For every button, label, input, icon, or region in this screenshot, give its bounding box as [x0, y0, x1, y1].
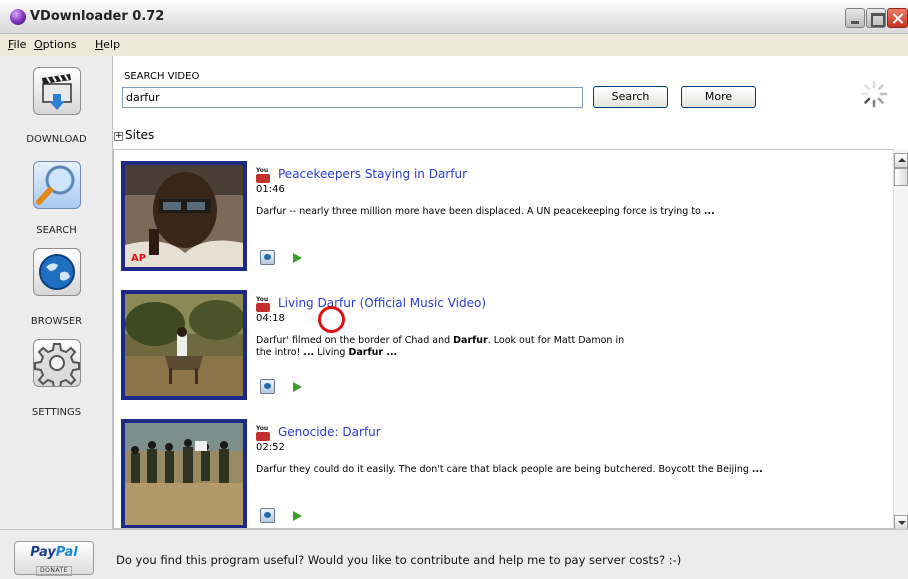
magnifier-icon	[36, 165, 75, 205]
menu-help[interactable]: Help	[95, 38, 120, 51]
video-title-link[interactable]: Living Darfur (Official Music Video)	[278, 296, 486, 310]
browser-nav-label: BROWSER	[30, 316, 83, 327]
search-input[interactable]	[122, 87, 583, 108]
sidebar: DOWNLOAD SEARCH BROWSER SETTINGS	[0, 56, 113, 529]
menu-options[interactable]: Options	[34, 38, 76, 51]
window-title: VDownloader 0.72	[30, 9, 165, 24]
sites-label: Sites	[125, 128, 155, 142]
video-title-link[interactable]: Genocide: Darfur	[278, 425, 381, 439]
list-item: You Genocide: Darfur 02:52 Darfur they c…	[114, 412, 893, 528]
scroll-thumb[interactable]	[894, 168, 908, 186]
youtube-icon: You	[256, 296, 270, 313]
youtube-icon: You	[256, 425, 270, 442]
more-button[interactable]: More	[681, 86, 756, 108]
download-video-icon[interactable]	[260, 250, 275, 265]
search-button[interactable]: Search	[593, 86, 668, 108]
gear-icon	[34, 343, 80, 389]
video-thumbnail[interactable]: AP	[121, 161, 247, 271]
title-bar: VDownloader 0.72	[0, 0, 908, 34]
expand-plus-icon: +	[114, 131, 123, 141]
menu-file[interactable]: File	[8, 38, 26, 51]
list-item: AP You Peacekeepers Staying in Darfur 01…	[114, 154, 893, 284]
loading-spinner-icon	[860, 80, 888, 108]
thumbnail-image	[125, 423, 243, 525]
donation-message: Do you find this program useful? Would y…	[116, 553, 682, 567]
app-icon	[10, 9, 26, 25]
download-nav-label: DOWNLOAD	[26, 134, 87, 145]
video-duration: 02:52	[256, 442, 285, 453]
scroll-down-button[interactable]	[894, 515, 908, 530]
video-description: Darfur they could do it easily. The don'…	[256, 464, 763, 475]
vertical-scrollbar[interactable]	[893, 149, 908, 530]
video-duration: 01:46	[256, 184, 285, 195]
download-video-icon[interactable]	[260, 379, 275, 394]
video-thumbnail[interactable]	[121, 290, 247, 400]
paypal-donate-button[interactable]: PayPal DONATE	[14, 541, 94, 576]
paypal-logo: PayPal	[30, 545, 78, 560]
video-duration: 04:18	[256, 313, 285, 324]
cursor-highlight-ring	[318, 306, 345, 333]
thumbnail-image	[125, 294, 243, 396]
video-thumbnail[interactable]	[121, 419, 247, 528]
maximize-button[interactable]	[866, 8, 886, 28]
search-nav-label: SEARCH	[36, 225, 77, 236]
download-nav-button[interactable]	[33, 67, 81, 115]
play-icon[interactable]	[293, 382, 302, 392]
globe-icon	[39, 254, 75, 290]
search-video-label: SEARCH VIDEO	[124, 71, 200, 82]
menu-bar: File Options Help	[0, 34, 908, 56]
settings-nav-label: SETTINGS	[31, 407, 82, 418]
video-description: Darfur' filmed on the border of Chad and…	[256, 335, 625, 358]
play-icon[interactable]	[293, 253, 302, 263]
scroll-up-button[interactable]	[894, 153, 908, 168]
browser-nav-button[interactable]	[33, 248, 81, 296]
thumbnail-image: AP	[125, 165, 243, 267]
video-description: Darfur -- nearly three million more have…	[256, 206, 715, 217]
download-video-icon[interactable]	[260, 508, 275, 523]
results-list: AP You Peacekeepers Staying in Darfur 01…	[113, 149, 894, 529]
settings-nav-button[interactable]	[33, 339, 81, 389]
list-item: You Living Darfur (Official Music Video)…	[114, 283, 893, 413]
donate-label: DONATE	[36, 566, 72, 576]
close-button[interactable]	[887, 8, 908, 28]
minimize-button[interactable]	[845, 8, 865, 28]
svg-text:AP: AP	[131, 253, 146, 264]
sites-expander[interactable]: + Sites	[114, 128, 154, 142]
play-icon[interactable]	[293, 511, 302, 521]
search-nav-button[interactable]	[33, 161, 81, 209]
youtube-icon: You	[256, 167, 270, 184]
clapperboard-download-icon	[42, 74, 72, 110]
footer-bar: PayPal DONATE Do you find this program u…	[0, 529, 908, 579]
video-title-link[interactable]: Peacekeepers Staying in Darfur	[278, 167, 467, 181]
